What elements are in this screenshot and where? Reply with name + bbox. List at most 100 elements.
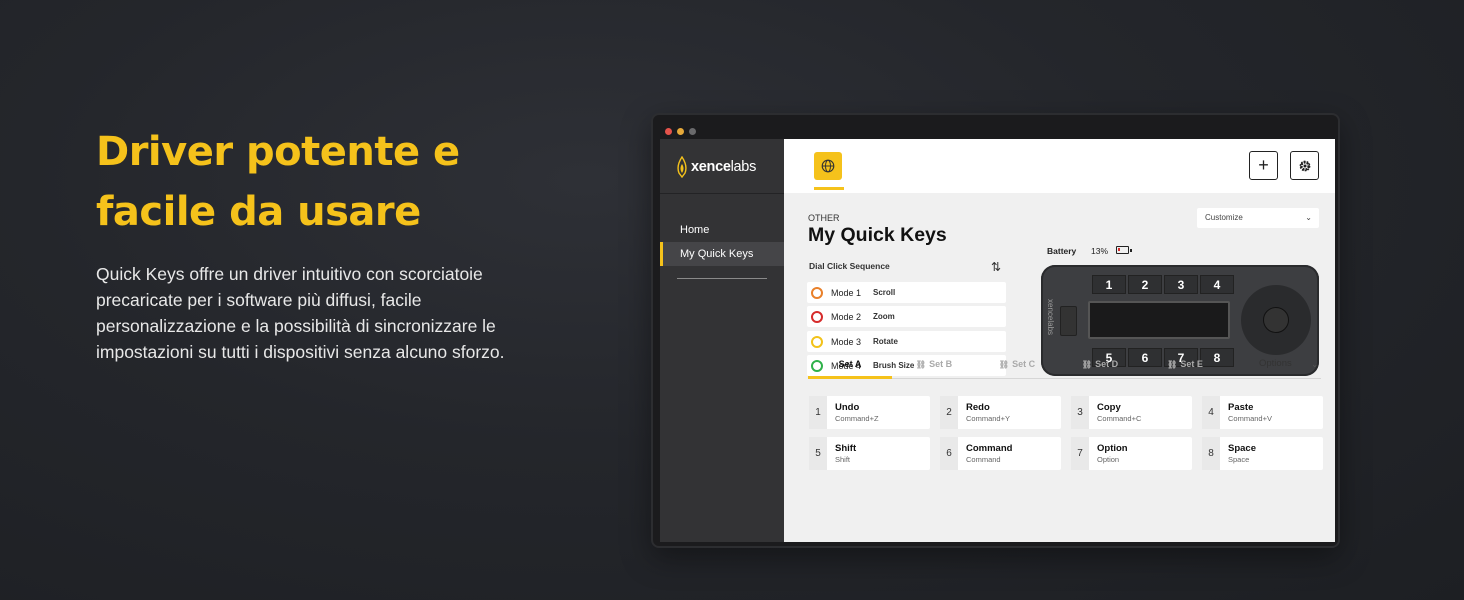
device-dial[interactable]	[1241, 285, 1311, 355]
key-shortcut: Command	[966, 454, 1001, 464]
globe-icon	[821, 159, 835, 173]
hero-description: Quick Keys offre un driver intuitivo con…	[96, 264, 505, 362]
main-panel: + OTHER My Quick Keys Customize ⌄ Dial C…	[784, 139, 1335, 542]
key-card-5[interactable]: 5 Shift Shift	[809, 437, 930, 470]
tab-set-b[interactable]: ⛓ Set B	[892, 349, 976, 379]
mode-value: Zoom	[873, 312, 895, 321]
sidebar: xencelabs Home My Quick Keys	[660, 139, 784, 542]
customize-dropdown[interactable]: Customize ⌄	[1197, 208, 1319, 228]
dial-center-button[interactable]	[1263, 307, 1289, 333]
link-icon: ⛓	[1081, 360, 1093, 369]
tab-label: Set D	[1095, 359, 1119, 369]
sidebar-item-my-quick-keys[interactable]: My Quick Keys	[660, 242, 784, 266]
mode-row[interactable]: Mode 2 Zoom	[807, 306, 1006, 327]
add-button[interactable]: +	[1249, 151, 1278, 180]
customize-label: Customize	[1205, 213, 1243, 222]
page-title: My Quick Keys	[808, 224, 947, 246]
key-shortcut: Command+Y	[966, 413, 1010, 423]
key-name: Undo	[835, 401, 860, 413]
tab-set-d[interactable]: ⛓ Set D	[1058, 349, 1142, 379]
minimize-window-button[interactable]	[677, 127, 684, 135]
maximize-window-button[interactable]	[689, 127, 696, 135]
link-icon: ⛓	[915, 360, 927, 369]
mode-value: Scroll	[873, 288, 896, 297]
key-text: Space Space	[1228, 443, 1256, 465]
section-kicker: OTHER	[808, 213, 840, 223]
key-card-7[interactable]: 7 Option Option	[1071, 437, 1192, 470]
mode-value: Rotate	[873, 337, 898, 346]
key-number: 2	[940, 396, 958, 429]
key-number: 1	[809, 396, 827, 429]
key-number: 3	[1071, 396, 1089, 429]
sidebar-underline	[677, 278, 767, 279]
gear-icon	[1299, 160, 1310, 171]
logo-text: xencelabs	[691, 159, 756, 175]
top-bar: +	[784, 139, 1335, 193]
device-key[interactable]: 4	[1200, 275, 1234, 294]
key-name: Space	[1228, 442, 1256, 454]
globe-tab[interactable]	[814, 152, 842, 180]
key-text: Undo Command+Z	[835, 402, 879, 424]
key-name: Copy	[1097, 401, 1121, 413]
key-text: Command Command	[966, 443, 1012, 465]
key-number: 4	[1202, 396, 1220, 429]
xencelabs-flame-icon	[677, 156, 687, 178]
key-text: Copy Command+C	[1097, 402, 1141, 424]
chevron-down-icon: ⌄	[1305, 213, 1312, 222]
key-card-1[interactable]: 1 Undo Command+Z	[809, 396, 930, 429]
battery-icon	[1116, 246, 1132, 254]
key-card-8[interactable]: 8 Space Space	[1202, 437, 1323, 470]
set-tabs: Set A ⛓ Set B ⛓ Set C ⛓ Set D ⛓ Set E Option…	[808, 349, 1321, 379]
plus-icon: +	[1258, 155, 1269, 175]
device-key[interactable]: 2	[1128, 275, 1162, 294]
key-card-6[interactable]: 6 Command Command	[940, 437, 1061, 470]
logo-text-light: labs	[730, 159, 757, 175]
key-name: Option	[1097, 442, 1128, 454]
device-oled-screen	[1088, 301, 1230, 339]
key-name: Paste	[1228, 401, 1254, 413]
tab-set-a[interactable]: Set A	[808, 349, 892, 379]
tab-label: Set C	[1012, 359, 1036, 369]
mode-color-ring	[811, 286, 823, 299]
dial-sequence-label: Dial Click Sequence	[809, 261, 890, 271]
device-key[interactable]: 1	[1092, 275, 1126, 294]
key-shortcut: Command+V	[1228, 413, 1272, 423]
battery-percent: 13%	[1091, 246, 1109, 256]
logo-text-bold: xence	[691, 159, 731, 175]
mode-row[interactable]: Mode 1 Scroll	[807, 282, 1006, 303]
link-icon: ⛓	[1167, 360, 1178, 369]
close-window-button[interactable]	[665, 127, 672, 135]
battery-label: Battery	[1047, 246, 1077, 256]
mode-color-ring	[811, 310, 823, 323]
key-number: 7	[1071, 437, 1089, 470]
tab-label: Set E	[1180, 359, 1203, 369]
key-card-4[interactable]: 4 Paste Command+V	[1202, 396, 1323, 429]
app-window: xencelabs Home My Quick Keys + OTHER My …	[651, 113, 1340, 548]
chevron-down-icon[interactable]: ⌄	[1311, 349, 1319, 379]
sidebar-item-home[interactable]: Home	[660, 218, 784, 242]
key-shortcut: Shift	[835, 454, 851, 464]
sort-icon[interactable]: ⇅	[991, 260, 1001, 274]
key-shortcut: Command+C	[1097, 413, 1142, 423]
key-number: 6	[940, 437, 958, 470]
device-key[interactable]: 3	[1164, 275, 1198, 294]
options-dropdown[interactable]: Options	[1259, 349, 1292, 379]
key-name: Redo	[966, 401, 990, 413]
key-card-3[interactable]: 3 Copy Command+C	[1071, 396, 1192, 429]
device-brand: xencelabs	[1046, 299, 1055, 336]
mode-color-ring	[811, 335, 823, 348]
settings-button[interactable]	[1290, 151, 1319, 180]
key-text: Paste Command+V	[1228, 402, 1272, 424]
tab-set-e[interactable]: ⛓ Set E	[1143, 349, 1227, 379]
device-top-keys: 1 2 3 4	[1092, 275, 1234, 294]
tab-set-c[interactable]: ⛓ Set C	[975, 349, 1059, 379]
key-name: Shift	[835, 442, 857, 454]
key-name: Command	[966, 442, 1013, 454]
active-tab-indicator	[814, 187, 844, 190]
key-card-2[interactable]: 2 Redo Command+Y	[940, 396, 1061, 429]
window-controls	[661, 123, 696, 139]
key-text: Shift Shift	[835, 443, 856, 465]
device-side-button[interactable]	[1060, 306, 1077, 336]
battery-level-fill	[1118, 248, 1120, 251]
tab-label: Set B	[929, 359, 953, 369]
